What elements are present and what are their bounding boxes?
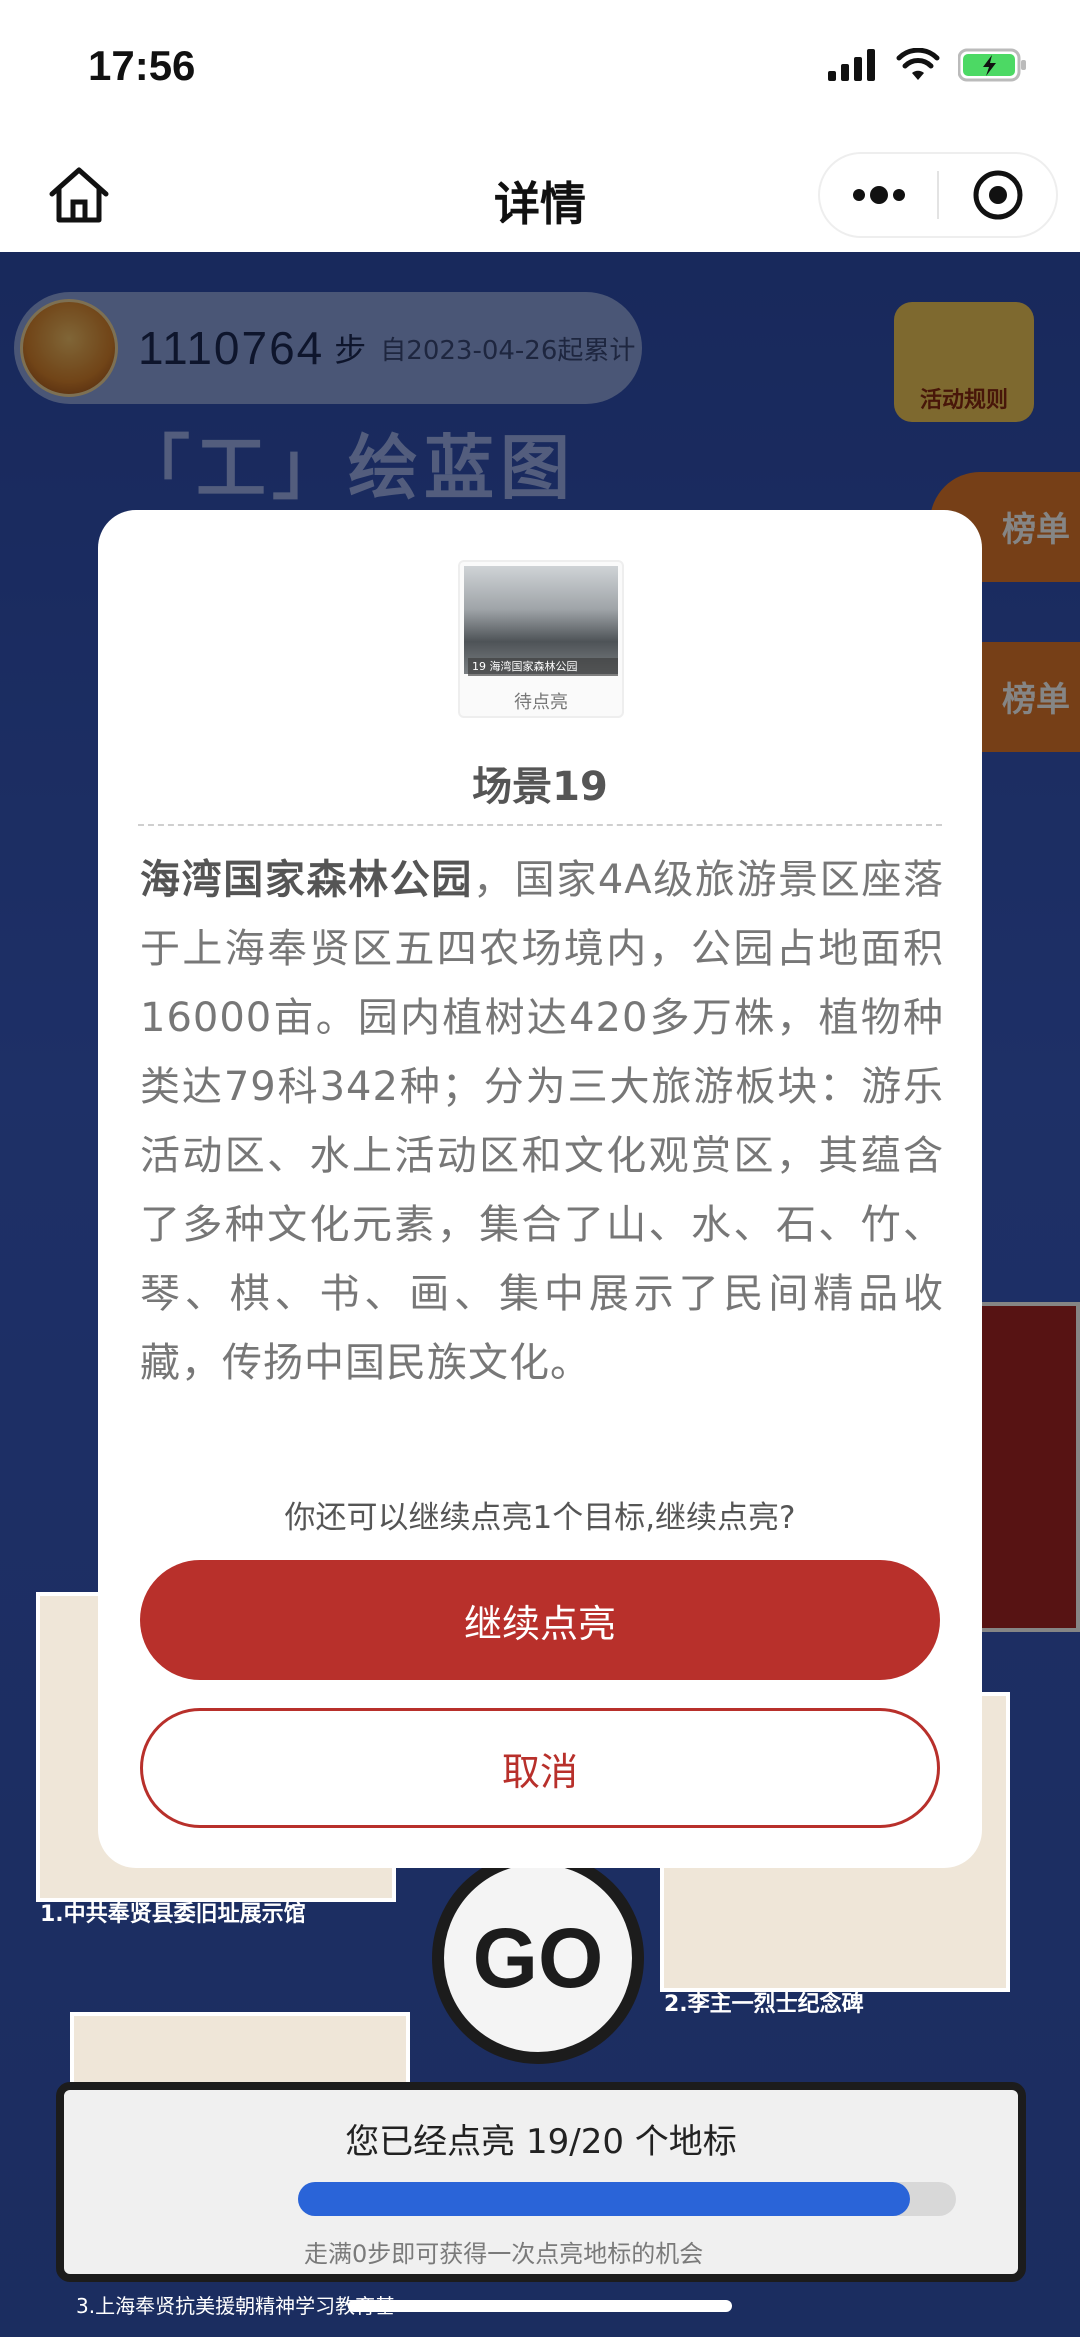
progress-panel: 您已经点亮 19/20 个地标 走满0步即可获得一次点亮地标的机会 xyxy=(56,2082,1026,2282)
cancel-button[interactable]: 取消 xyxy=(140,1708,940,1828)
mini-program-capsule xyxy=(818,152,1058,238)
progress-title: 您已经点亮 19/20 个地标 xyxy=(345,2122,737,2162)
target-icon xyxy=(973,170,1022,220)
more-button[interactable] xyxy=(820,154,937,236)
thumbnail-name: 海湾国家森林公园 xyxy=(489,660,578,673)
dashed-divider xyxy=(138,824,942,826)
signal-icon xyxy=(828,49,875,81)
scene-thumbnail: 19 海湾国家森林公园 待点亮 xyxy=(458,560,624,718)
more-dots-icon xyxy=(852,186,905,204)
status-bar: 17:56 xyxy=(0,0,1080,140)
landmark-label-2: 2.李主一烈士纪念碑 xyxy=(664,1992,864,2017)
continue-question: 你还可以继续点亮1个目标,继续点亮? xyxy=(284,1500,796,1536)
thumbnail-status: 待点亮 xyxy=(514,692,568,713)
status-time: 17:56 xyxy=(88,42,196,89)
go-button[interactable]: GO xyxy=(432,1852,644,2064)
close-miniprogram-button[interactable] xyxy=(939,154,1056,236)
progress-bar xyxy=(298,2182,956,2216)
status-icons xyxy=(828,48,1028,82)
scene-dialog: 19 海湾国家森林公园 待点亮 场景19 海湾国家森林公园，国家4A级旅游景区座… xyxy=(98,510,982,1868)
wifi-icon xyxy=(896,48,940,80)
landmark-label-1: 1.中共奉贤县委旧址展示馆 xyxy=(40,1902,306,1927)
thumbnail-caption: 19 海湾国家森林公园 xyxy=(468,658,618,676)
nav-bar: 详情 xyxy=(0,140,1080,252)
battery-charging-icon xyxy=(958,48,1026,82)
continue-light-button[interactable]: 继续点亮 xyxy=(140,1560,940,1680)
home-indicator xyxy=(348,2300,732,2312)
progress-fill xyxy=(298,2182,910,2216)
description-highlight: 海湾国家森林公园 xyxy=(140,857,473,903)
description-text: ，国家4A级旅游景区座落于上海奉贤区五四农场境内，公园占地面积16000亩。园内… xyxy=(140,857,945,1386)
progress-hint: 走满0步即可获得一次点亮地标的机会 xyxy=(304,2240,704,2268)
thumbnail-number: 19 xyxy=(472,660,486,673)
scene-title: 场景19 xyxy=(472,764,608,810)
scene-description: 海湾国家森林公园，国家4A级旅游景区座落于上海奉贤区五四农场境内，公园占地面积1… xyxy=(140,846,944,1398)
